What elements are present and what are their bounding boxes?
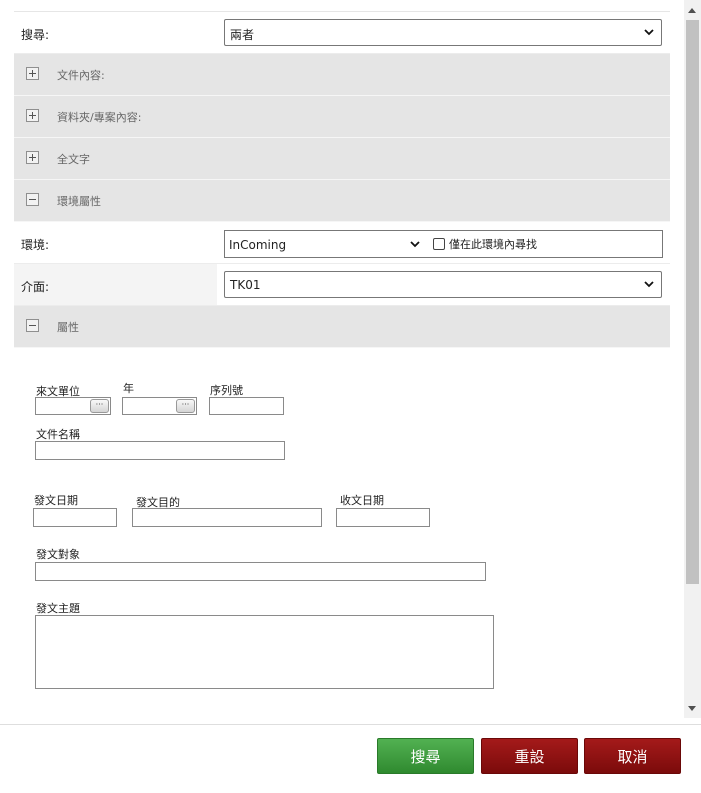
send-purpose-input[interactable] [132, 508, 322, 527]
send-date-label: 發文日期 [34, 494, 78, 507]
section-folder-content-label: 資料夾/專案內容: [57, 111, 142, 124]
search-button[interactable]: 搜尋 [377, 738, 474, 774]
section-props[interactable]: 屬性 [14, 306, 670, 348]
only-this-env-label[interactable]: 僅在此環境內尋找 [449, 236, 537, 252]
serial-no-label: 序列號 [210, 384, 243, 397]
expand-plus-icon[interactable] [26, 109, 39, 122]
scroll-down-arrow-icon[interactable] [688, 706, 696, 711]
search-row-label-cell: 搜尋: [14, 12, 217, 54]
section-full-text[interactable]: 全文字 [14, 138, 670, 180]
environment-select-value[interactable]: InComing [229, 238, 286, 252]
reset-button[interactable]: 重設 [481, 738, 578, 774]
send-subject-label: 發文主題 [36, 602, 80, 615]
send-date-input[interactable] [33, 508, 117, 527]
section-doc-content[interactable]: 文件內容: [14, 54, 670, 96]
only-this-env-checkbox[interactable] [433, 238, 445, 250]
environment-row-label-cell: 環境: [14, 222, 217, 264]
serial-no-input[interactable] [209, 397, 284, 415]
section-folder-content[interactable]: 資料夾/專案內容: [14, 96, 670, 138]
search-label: 搜尋: [21, 28, 50, 42]
doc-name-label: 文件名稱 [36, 428, 80, 441]
interface-select-value: TK01 [230, 278, 261, 292]
interface-row-label-cell: 介面: [14, 264, 217, 306]
year-picker-button[interactable]: ··· [176, 399, 195, 413]
scrollbar-thumb[interactable] [686, 20, 699, 584]
section-env-props[interactable]: 環境屬性 [14, 180, 670, 222]
collapse-minus-icon[interactable] [26, 319, 39, 332]
sender-unit-picker-button[interactable]: ··· [90, 399, 109, 413]
expand-plus-icon[interactable] [26, 151, 39, 164]
chevron-down-icon [644, 29, 654, 36]
doc-name-input[interactable] [35, 441, 285, 460]
expand-plus-icon[interactable] [26, 67, 39, 80]
receive-date-label: 收文日期 [340, 494, 384, 507]
scroll-up-arrow-icon[interactable] [688, 8, 696, 13]
search-scope-select[interactable]: 兩者 [224, 19, 662, 46]
section-doc-content-label: 文件內容: [57, 69, 105, 82]
environment-label: 環境: [21, 238, 50, 252]
year-label: 年 [123, 382, 134, 395]
interface-label: 介面: [21, 280, 50, 294]
environment-field: InComing 僅在此環境內尋找 [224, 230, 663, 258]
send-target-label: 發文對象 [36, 548, 80, 561]
section-full-text-label: 全文字 [57, 153, 90, 166]
chevron-down-icon[interactable] [409, 238, 421, 250]
search-scope-value: 兩者 [230, 28, 255, 42]
section-env-props-label: 環境屬性 [57, 195, 101, 208]
year-input[interactable]: ··· [122, 397, 197, 415]
interface-select[interactable]: TK01 [224, 271, 662, 298]
send-subject-textarea[interactable] [35, 615, 494, 689]
send-target-input[interactable] [35, 562, 486, 581]
cancel-button[interactable]: 取消 [584, 738, 681, 774]
collapse-minus-icon[interactable] [26, 193, 39, 206]
section-props-label: 屬性 [57, 321, 79, 334]
receive-date-input[interactable] [336, 508, 430, 527]
sender-unit-input[interactable]: ··· [35, 397, 111, 415]
chevron-down-icon [644, 281, 654, 288]
